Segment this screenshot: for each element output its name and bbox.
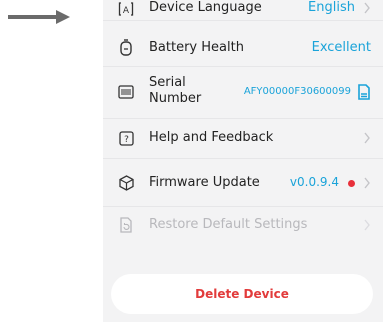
svg-text:?: ? xyxy=(124,135,129,145)
chevron-right-icon xyxy=(364,177,370,189)
firmware-update-row[interactable]: Firmware Update v0.0.9.4 xyxy=(103,160,383,207)
cube-icon xyxy=(117,174,135,192)
battery-health-row: Battery Health Excellent xyxy=(103,30,383,67)
restore-default-settings-label: Restore Default Settings xyxy=(149,217,308,232)
serial-number-row: Serial Number AFY00000F30600099 xyxy=(103,66,383,119)
help-feedback-label: Help and Feedback xyxy=(149,130,274,145)
copy-icon[interactable] xyxy=(357,84,371,100)
svg-text:A: A xyxy=(123,6,130,16)
pointer-arrow-icon xyxy=(8,10,70,24)
device-language-row[interactable]: A Device Language English xyxy=(103,0,383,21)
serial-number-label: Serial Number xyxy=(149,75,201,107)
language-icon: A xyxy=(117,0,135,18)
firmware-update-label: Firmware Update xyxy=(149,175,260,190)
device-language-value: English xyxy=(308,0,355,15)
chevron-right-icon xyxy=(364,219,370,231)
serial-number-value: AFY00000F30600099 xyxy=(243,86,351,97)
device-language-label: Device Language xyxy=(149,0,262,15)
chevron-right-icon xyxy=(364,132,370,144)
serial-number-label-line1: Serial xyxy=(149,75,186,90)
restore-icon xyxy=(117,216,135,234)
restore-default-settings-row: Restore Default Settings xyxy=(103,206,383,244)
battery-icon xyxy=(117,39,135,57)
firmware-version-value: v0.0.9.4 xyxy=(289,175,339,189)
barcode-icon xyxy=(117,83,135,101)
help-feedback-row[interactable]: ? Help and Feedback xyxy=(103,118,383,159)
battery-health-label: Battery Health xyxy=(149,40,244,55)
update-available-dot xyxy=(348,180,355,187)
help-icon: ? xyxy=(117,129,135,147)
chevron-right-icon xyxy=(364,2,370,14)
serial-number-label-line2: Number xyxy=(149,91,202,106)
delete-device-button[interactable]: Delete Device xyxy=(111,274,373,314)
device-settings-panel: A Device Language English Battery Health… xyxy=(103,0,383,322)
battery-health-value: Excellent xyxy=(311,40,371,55)
